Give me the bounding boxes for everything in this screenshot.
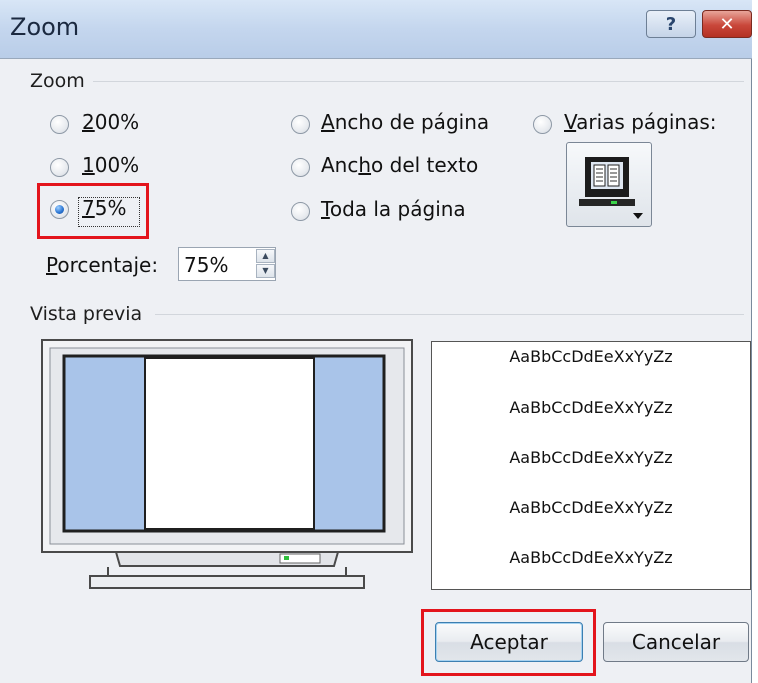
radio-text-width[interactable] — [291, 158, 310, 177]
radio-page-width[interactable] — [291, 115, 310, 134]
help-button[interactable]: ? — [646, 10, 696, 38]
radio-text-width-label[interactable]: Ancho del texto — [321, 153, 478, 177]
percent-label: Porcentaje: — [46, 253, 159, 277]
cancel-button[interactable]: Cancelar — [603, 622, 749, 662]
title-bar[interactable]: Zoom ? ✕ — [0, 0, 752, 59]
sample-text: AaBbCcDdEeXxYyZz — [509, 398, 673, 417]
radio-many-pages-label[interactable]: Varias páginas: — [564, 110, 717, 134]
preview-group-legend: Vista previa — [30, 303, 143, 325]
radio-75[interactable] — [50, 200, 69, 219]
sample-text: AaBbCcDdEeXxYyZz — [509, 548, 673, 567]
radio-whole-page[interactable] — [291, 202, 310, 221]
sample-text: AaBbCcDdEeXxYyZz — [509, 498, 673, 517]
monitor-pages-icon — [579, 157, 643, 219]
radio-100-label[interactable]: 100% — [82, 153, 139, 177]
sample-text: AaBbCcDdEeXxYyZz — [509, 448, 673, 467]
zoom-group-legend: Zoom — [30, 70, 85, 92]
radio-many-pages[interactable] — [533, 115, 552, 134]
radio-75-label[interactable]: 75% — [82, 196, 126, 220]
close-button[interactable]: ✕ — [702, 10, 752, 38]
zoom-group-divider — [93, 81, 744, 82]
zoom-dialog: Zoom ? ✕ Zoom 200% 100% 75% Ancho de pág… — [0, 0, 752, 683]
radio-whole-page-label[interactable]: Toda la página — [321, 197, 466, 221]
ok-button[interactable]: Aceptar — [435, 622, 583, 662]
sample-text: AaBbCcDdEeXxYyZz — [509, 347, 673, 366]
preview-monitor-icon — [41, 339, 413, 589]
percent-spinner[interactable]: ▲ ▼ — [256, 249, 275, 279]
many-pages-button[interactable] — [566, 142, 652, 227]
font-preview-box: AaBbCcDdEeXxYyZz AaBbCcDdEeXxYyZz AaBbCc… — [431, 341, 751, 590]
dialog-title: Zoom — [10, 13, 80, 41]
percent-value: 75% — [184, 253, 229, 277]
spin-down-button[interactable]: ▼ — [256, 264, 275, 278]
radio-200[interactable] — [50, 115, 69, 134]
radio-selected-dot — [55, 205, 64, 214]
radio-page-width-label[interactable]: Ancho de página — [321, 110, 489, 134]
radio-200-label[interactable]: 200% — [82, 110, 139, 134]
radio-100[interactable] — [50, 158, 69, 177]
preview-group-divider — [155, 314, 744, 315]
spin-up-button[interactable]: ▲ — [256, 249, 275, 263]
